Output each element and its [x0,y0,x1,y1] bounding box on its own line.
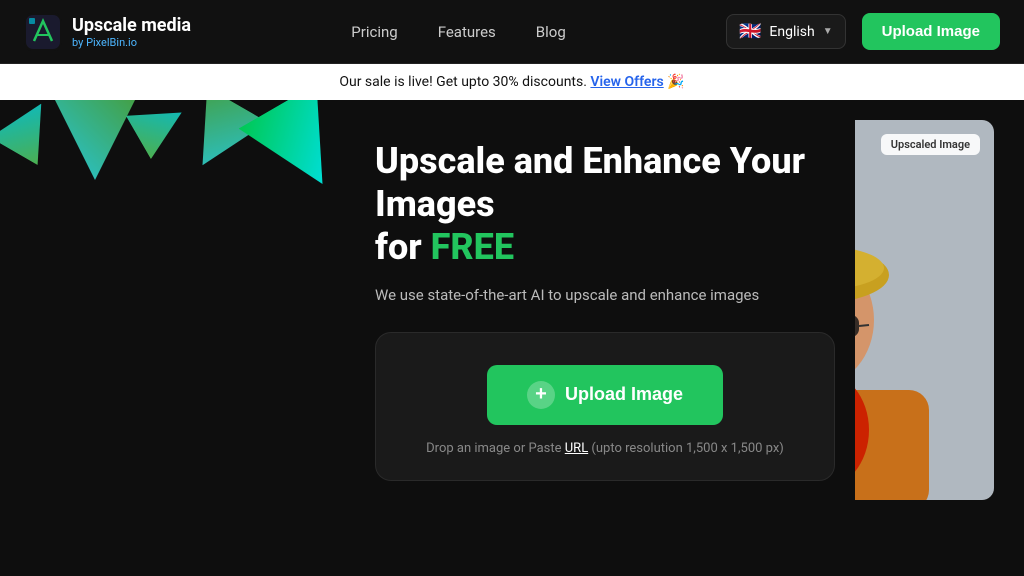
hero-title-free: FREE [431,226,514,268]
plus-icon: + [527,381,555,409]
upload-image-button-main[interactable]: + Upload Image [487,365,723,425]
hero-left: Upscale and Enhance Your Images for FREE… [345,100,855,572]
hero-right: Upscaled Image ⟺ [855,100,1024,572]
upload-hint: Drop an image or Paste URL (upto resolut… [426,441,784,456]
hero-title-line1: Upscale and Enhance Your Images [375,140,805,225]
upload-hint-suffix: (upto resolution 1,500 x 1,500 px) [588,441,784,456]
upload-hint-prefix: Drop an image or Paste [426,441,565,456]
upload-btn-label: Upload Image [565,384,683,405]
language-selector[interactable]: 🇬🇧 English ▼ [726,14,846,49]
banner-link[interactable]: View Offers [590,74,663,90]
upscaled-badge: Upscaled Image [881,134,980,155]
logo-name: Upscale media [72,15,191,36]
nav-link-pricing[interactable]: Pricing [351,23,397,41]
logo-text: Upscale media by PixelBin.io [72,15,191,49]
banner-text: Our sale is live! Get upto 30% discounts… [339,74,587,90]
language-label: English [769,24,814,40]
hero-title-line2: for [375,226,431,268]
upload-image-button-nav[interactable]: Upload Image [862,13,1000,50]
logo-icon [24,13,62,51]
logo-area[interactable]: Upscale media by PixelBin.io [24,13,191,51]
decorative-triangle-1 [0,100,65,165]
hero-subtitle: We use state-of-the-art AI to upscale an… [375,286,835,304]
decorative-triangle-3 [126,100,194,159]
promo-banner: Our sale is live! Get upto 30% discounts… [0,64,1024,100]
navbar: Upscale media by PixelBin.io Pricing Fea… [0,0,1024,64]
banner-emoji: 🎉 [667,74,684,90]
chevron-down-icon: ▼ [823,26,833,37]
nav-link-blog[interactable]: Blog [536,23,566,41]
logo-sub: by PixelBin.io [72,36,191,49]
image-comparison: Upscaled Image ⟺ [855,120,994,500]
nav-right: 🇬🇧 English ▼ Upload Image [726,13,1000,50]
hero-section: Upscale and Enhance Your Images for FREE… [0,100,1024,572]
flag-icon: 🇬🇧 [739,21,761,42]
decorative-triangle-4 [172,100,268,183]
upload-box: + Upload Image Drop an image or Paste UR… [375,332,835,481]
decorative-triangle-2 [55,100,135,180]
nav-links: Pricing Features Blog [351,23,565,41]
comparison-photo [855,120,994,500]
hero-title: Upscale and Enhance Your Images for FREE [375,140,835,270]
url-link[interactable]: URL [565,441,588,456]
nav-link-features[interactable]: Features [438,23,496,41]
